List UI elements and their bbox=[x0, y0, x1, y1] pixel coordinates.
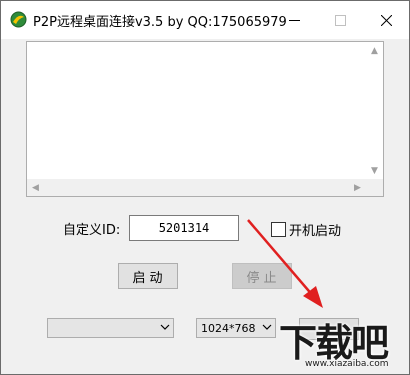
resolution-select[interactable]: 1024*768 bbox=[196, 318, 276, 338]
scroll-down-icon[interactable]: ▼ bbox=[366, 162, 383, 179]
stop-button[interactable]: 停止 bbox=[232, 263, 292, 289]
window-title: P2P远程桌面连接v3.5 by QQ:175065979 bbox=[33, 15, 287, 30]
maximize-icon bbox=[334, 14, 346, 26]
first-select[interactable] bbox=[47, 318, 174, 338]
close-button[interactable] bbox=[363, 1, 409, 39]
minimize-icon bbox=[288, 19, 300, 21]
minimize-button[interactable] bbox=[271, 1, 317, 39]
app-logo-icon bbox=[10, 11, 27, 28]
autostart-label[interactable]: 开机启动 bbox=[289, 220, 341, 239]
dropdown-arrow-icon bbox=[262, 324, 272, 330]
horizontal-scrollbar[interactable]: ◀ ▶ bbox=[27, 179, 383, 196]
log-textarea[interactable]: ▲ ▼ ◀ ▶ bbox=[26, 41, 384, 197]
title-bar[interactable]: P2P远程桌面连接v3.5 by QQ:175065979 bbox=[1, 1, 409, 39]
start-button[interactable]: 启动 bbox=[118, 263, 178, 289]
autostart-checkbox[interactable] bbox=[271, 222, 286, 237]
vertical-scrollbar[interactable]: ▲ ▼ bbox=[366, 42, 383, 179]
resolution-select-value: 1024*768 bbox=[201, 322, 256, 335]
custom-id-input[interactable]: 5201314 bbox=[129, 215, 239, 241]
watermark-url: www.xiazaiba.com bbox=[305, 359, 389, 369]
autostart-checkbox-group[interactable]: 开机启动 bbox=[271, 220, 341, 239]
watermark-logo: 下载吧 www.xiazaiba.com bbox=[275, 312, 410, 375]
custom-id-label: 自定义ID: bbox=[63, 223, 121, 238]
scroll-left-icon[interactable]: ◀ bbox=[27, 179, 44, 196]
maximize-button[interactable] bbox=[317, 1, 363, 39]
close-icon bbox=[380, 14, 392, 26]
dropdown-arrow-icon bbox=[160, 324, 170, 330]
scroll-right-icon[interactable]: ▶ bbox=[349, 179, 366, 196]
scroll-up-icon[interactable]: ▲ bbox=[366, 42, 383, 59]
